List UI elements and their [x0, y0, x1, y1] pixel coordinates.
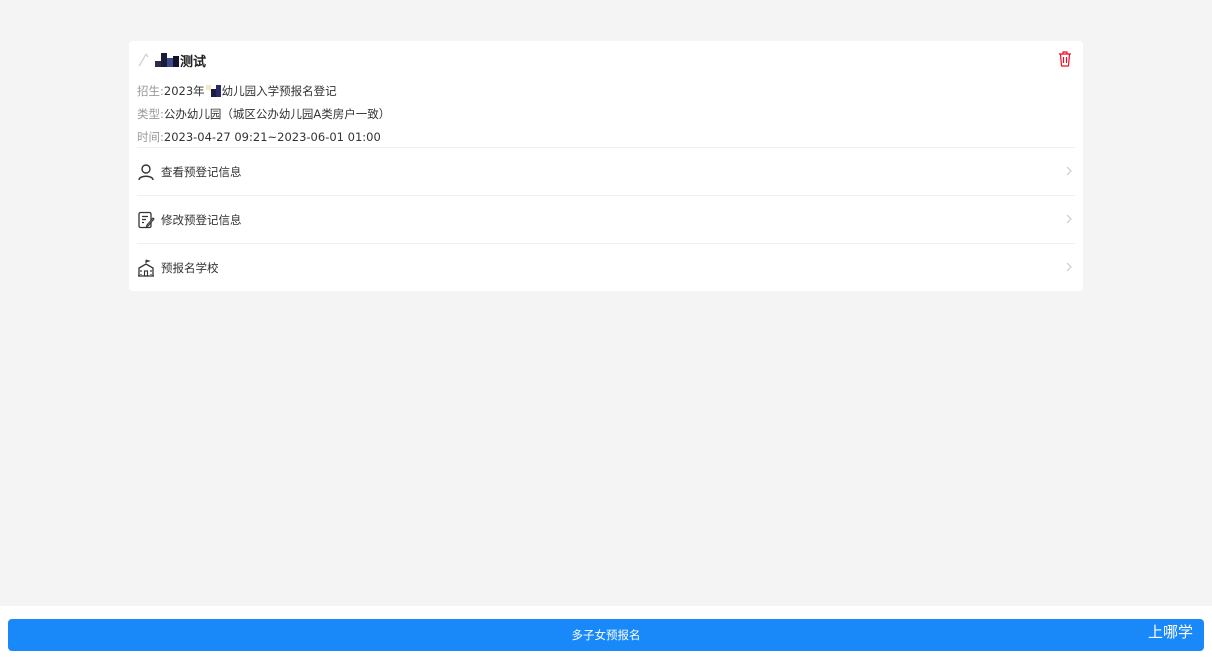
view-registration-label: 查看预登记信息 [161, 164, 242, 179]
brand-watermark: 上哪学 [1147, 623, 1193, 641]
type-label: 类型: [137, 107, 164, 121]
time-value: 2023-04-27 09:21~2023-06-01 01:00 [163, 130, 381, 144]
pre-registration-school-label: 预报名学校 [161, 260, 219, 275]
redacted-region-mosaic [205, 85, 221, 97]
card-header: 测试 [137, 50, 1075, 70]
enroll-label: 招生: [137, 84, 164, 98]
multi-child-registration-label: 多子女预报名 [571, 628, 641, 642]
edit-registration-label: 修改预登记信息 [161, 212, 242, 227]
time-label: 时间: [137, 130, 164, 144]
enroll-info: 招生: 2023年 幼儿园入学预报名登记 [137, 83, 337, 99]
redacted-name-mosaic [155, 53, 179, 67]
child-icon [138, 53, 149, 67]
trash-icon[interactable] [1057, 50, 1073, 68]
edit-document-icon [138, 211, 155, 228]
multi-child-registration-button[interactable]: 多子女预报名 [8, 619, 1204, 651]
registration-card: 测试 招生: 2023年 幼儿园入学预报名登记 类型: 公办幼儿园（城区公办幼儿… [129, 41, 1083, 291]
time-info: 时间: 2023-04-27 09:21~2023-06-01 01:00 [137, 129, 381, 145]
edit-registration-item[interactable]: 修改预登记信息 [137, 195, 1075, 243]
chevron-right-icon [1066, 166, 1072, 176]
chevron-right-icon [1066, 214, 1072, 224]
child-name: 测试 [180, 54, 207, 70]
pre-registration-school-item[interactable]: 预报名学校 [137, 243, 1075, 291]
type-value: 公办幼儿园（城区公办幼儿园A类房户一致） [163, 107, 391, 121]
action-menu: 查看预登记信息 修改预登记信息 预报名学校 [137, 147, 1075, 291]
enroll-suffix: 幼儿园入学预报名登记 [221, 84, 337, 98]
user-icon [138, 163, 154, 180]
view-registration-item[interactable]: 查看预登记信息 [137, 147, 1075, 195]
school-building-icon [138, 258, 154, 277]
type-info: 类型: 公办幼儿园（城区公办幼儿园A类房户一致） [137, 106, 390, 122]
bottom-bar: 多子女预报名 上哪学 [0, 606, 1212, 659]
page: 测试 招生: 2023年 幼儿园入学预报名登记 类型: 公办幼儿园（城区公办幼儿… [0, 0, 1212, 659]
chevron-right-icon [1066, 262, 1072, 272]
enroll-prefix: 2023年 [163, 84, 205, 98]
